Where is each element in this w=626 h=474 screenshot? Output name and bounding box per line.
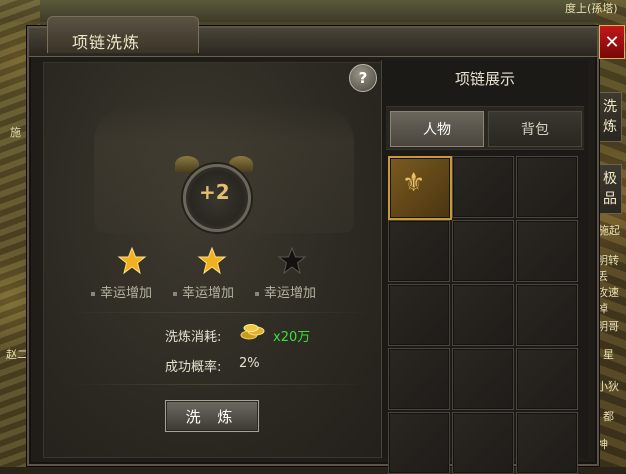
item-slot-empty[interactable] <box>516 220 578 282</box>
item-slot-empty[interactable] <box>516 348 578 410</box>
luck-bonus-label: 幸运增加 <box>255 282 316 301</box>
side-tab-refine[interactable]: 洗 炼 <box>598 92 622 142</box>
item-slot-empty[interactable] <box>388 284 450 346</box>
necklace-emblem: +2 <box>175 150 255 236</box>
world-player-name: 星 <box>603 348 614 361</box>
star-empty-icon <box>277 246 307 276</box>
showcase-title: 项链展示 <box>454 70 515 88</box>
world-player-name: 小狄 <box>597 380 619 393</box>
item-slot-empty[interactable] <box>452 156 514 218</box>
item-slot-necklace[interactable]: ⚜ <box>388 156 452 220</box>
necklace-showcase-panel: 项链展示 人物 背包 ⚜ <box>381 60 588 474</box>
world-player-name: 明转丢 <box>597 254 619 283</box>
world-player-name: 施 <box>10 126 21 139</box>
help-button[interactable]: ? <box>349 64 377 92</box>
star-icon <box>117 246 147 276</box>
star-icon <box>197 246 227 276</box>
world-player-name: 施起 <box>598 224 620 237</box>
item-slot-empty[interactable] <box>452 412 514 474</box>
necklace-level-text: +2 <box>199 180 230 204</box>
item-slot-empty[interactable] <box>388 220 450 282</box>
item-slot-empty[interactable] <box>452 284 514 346</box>
wing-left-icon <box>175 156 199 172</box>
item-slot-empty[interactable] <box>388 412 450 474</box>
item-slot-empty[interactable] <box>516 412 578 474</box>
item-slot-empty[interactable] <box>452 348 514 410</box>
world-player-name: 度上(孫塔) <box>565 2 618 15</box>
necklace-refine-window: 项链洗炼 ✕ ? +2 幸运增加 幸运增加 幸运增加 洗炼消耗: x20万 成功… <box>27 16 625 474</box>
world-player-name: 都 <box>603 410 614 423</box>
luck-bonus-label: 幸运增加 <box>173 282 234 301</box>
showcase-tabbar: 人物 背包 <box>386 106 584 150</box>
item-slot-empty[interactable] <box>516 284 578 346</box>
world-player-name: 明哥 <box>597 320 619 333</box>
item-slot-empty[interactable] <box>452 220 514 282</box>
tab-bag[interactable]: 背包 <box>488 111 582 147</box>
gold-coins-icon <box>239 322 267 342</box>
necklace-item-icon: ⚜ <box>402 168 426 198</box>
success-rate-label: 成功概率: <box>165 360 222 375</box>
world-player-name: 攻速掉 <box>597 286 619 315</box>
tab-character[interactable]: 人物 <box>390 111 484 147</box>
close-button[interactable]: ✕ <box>599 25 625 59</box>
refine-button[interactable]: 洗 炼 <box>165 400 259 432</box>
side-tab-extreme[interactable]: 极 品 <box>598 164 622 214</box>
refine-cost-label: 洗炼消耗: <box>165 330 222 345</box>
luck-bonus-label: 幸运增加 <box>91 282 152 301</box>
divider <box>69 312 369 313</box>
success-rate-value: 2% <box>239 356 260 371</box>
refine-cost-value: x20万 <box>273 330 311 345</box>
title-tab: 项链洗炼 <box>47 16 199 53</box>
window-title: 项链洗炼 <box>72 33 141 52</box>
world-player-name: 赵二 <box>6 348 28 361</box>
item-slot-empty[interactable] <box>516 156 578 218</box>
divider <box>69 384 369 385</box>
item-slot-empty[interactable] <box>388 348 450 410</box>
